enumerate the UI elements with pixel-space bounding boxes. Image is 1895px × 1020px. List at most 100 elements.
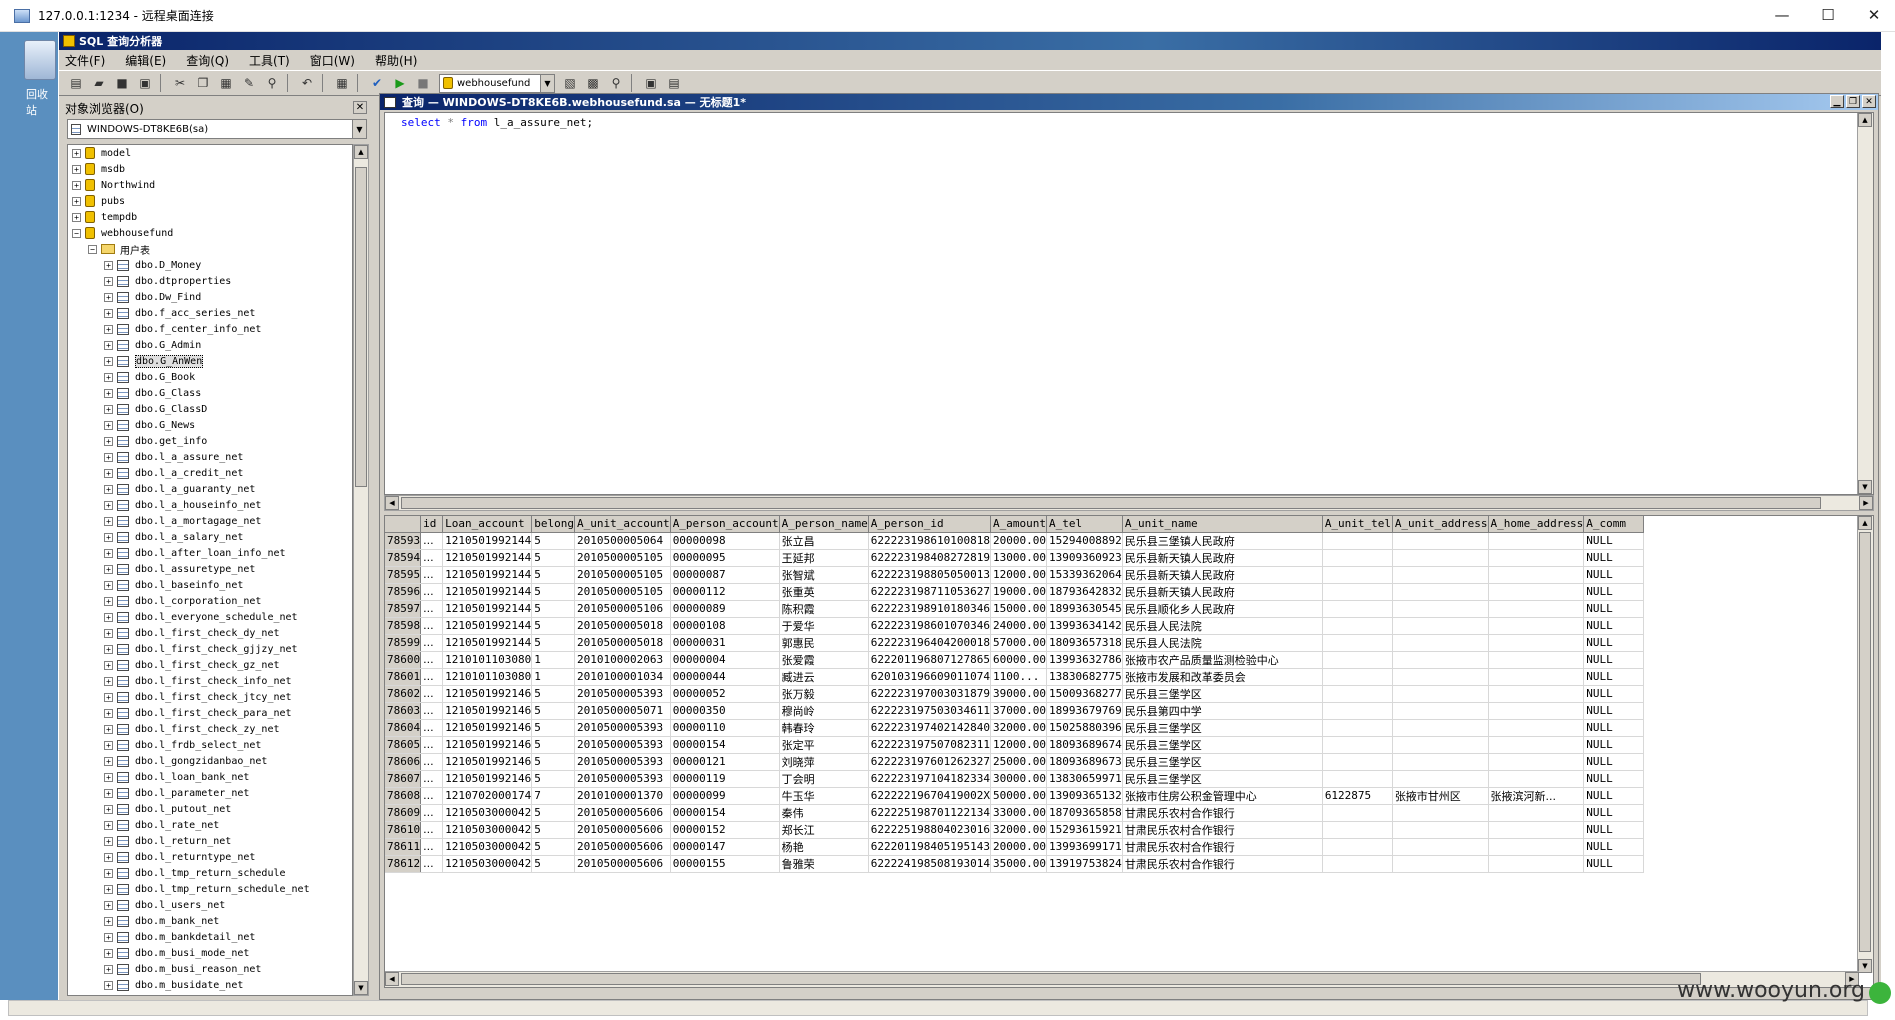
editor-horizontal-scrollbar[interactable]: ◀ ▶ [384, 495, 1874, 511]
table-cell[interactable]: 00000112 [670, 583, 780, 601]
table-cell[interactable]: 2010500005393 [574, 736, 671, 754]
scroll-thumb[interactable] [401, 497, 1821, 509]
row-header[interactable]: 78607 [385, 770, 422, 788]
table-cell[interactable]: 1210501992146 [442, 770, 533, 788]
table-row[interactable]: 78599... 1210501992144 5 2010500005018 00000… [385, 634, 1645, 652]
table-cell[interactable]: NULL [1583, 804, 1645, 822]
table-cell[interactable]: 25000.00 [990, 753, 1047, 771]
table-cell[interactable]: 2010500005106 [574, 600, 671, 618]
table-cell[interactable]: 13993699171 [1046, 838, 1123, 856]
object-search-icon[interactable]: ⚲ [605, 73, 627, 93]
table-cell[interactable]: 2010100002063 [574, 651, 671, 669]
expand-icon[interactable]: + [104, 692, 113, 702]
row-header[interactable]: 78600 [385, 651, 422, 669]
table-cell[interactable]: 民乐县三堡学区 [1122, 719, 1323, 737]
table-cell[interactable]: 622223197003031879 [868, 685, 991, 703]
expand-icon[interactable]: + [104, 756, 113, 766]
row-header[interactable]: 78593 [385, 532, 422, 550]
table-cell[interactable]: 622201198405195143 [868, 838, 991, 856]
table-cell[interactable]: 2010500005018 [574, 617, 671, 635]
table-cell[interactable]: 00000089 [670, 600, 780, 618]
table-cell[interactable] [1488, 719, 1585, 737]
minimize-button[interactable]: — [1759, 0, 1805, 30]
table-cell[interactable]: 民乐县新天镇人民政府 [1122, 549, 1323, 567]
tree-table-item[interactable]: + dbo.l_parameter_net [68, 785, 352, 801]
table-cell[interactable]: 18093689674 [1046, 736, 1123, 754]
menu-help[interactable]: 帮助(H) [373, 52, 419, 69]
save-icon[interactable]: ■ [111, 73, 133, 93]
tree-table-item[interactable]: + dbo.l_rate_net [68, 817, 352, 833]
scroll-thumb[interactable] [355, 167, 367, 487]
table-cell[interactable]: 622223198408272819 [868, 549, 991, 567]
expand-icon[interactable]: + [104, 292, 113, 302]
table-cell[interactable] [1322, 651, 1393, 669]
table-cell[interactable]: 20000.00 [990, 838, 1047, 856]
tree-table-item[interactable]: + dbo.l_tmp_return_schedule [68, 865, 352, 881]
table-cell[interactable]: 2010500005393 [574, 753, 671, 771]
expand-icon[interactable]: + [104, 628, 113, 638]
expand-icon[interactable]: + [104, 868, 113, 878]
table-cell[interactable]: ... [420, 566, 444, 584]
table-cell[interactable]: 30000.00 [990, 770, 1047, 788]
tree-table-item[interactable]: + dbo.D_Money [68, 257, 352, 273]
menu-edit[interactable]: 编辑(E) [123, 52, 168, 69]
table-cell[interactable]: 35000.00 [990, 855, 1047, 873]
expand-icon[interactable]: + [104, 260, 113, 270]
table-row[interactable]: 78600... 1210101103080 1 2010100002063 00000… [385, 651, 1645, 669]
column-header[interactable]: A_unit_account [574, 516, 671, 533]
tree-database-item[interactable]: + pubs [68, 193, 352, 209]
scroll-thumb[interactable] [1859, 532, 1871, 952]
table-cell[interactable]: ... [420, 736, 444, 754]
row-header[interactable]: 78594 [385, 549, 422, 567]
tree-table-item[interactable]: + dbo.dtproperties [68, 273, 352, 289]
chevron-down-icon[interactable]: ▼ [540, 74, 554, 92]
table-cell[interactable]: 张定平 [779, 736, 869, 754]
row-header[interactable]: 78597 [385, 600, 422, 618]
table-cell[interactable]: 5 [531, 855, 575, 873]
tree-table-item[interactable]: + dbo.l_corporation_net [68, 593, 352, 609]
tree-table-item[interactable]: + dbo.l_loan_bank_net [68, 769, 352, 785]
table-cell[interactable]: 韩春玲 [779, 719, 869, 737]
table-cell[interactable]: 622223198601070346 [868, 617, 991, 635]
tree-table-item[interactable]: + dbo.G_Class [68, 385, 352, 401]
table-cell[interactable]: ... [420, 532, 444, 550]
tree-table-item[interactable]: + dbo.l_baseinfo_net [68, 577, 352, 593]
table-cell[interactable] [1392, 753, 1489, 771]
tree-table-item[interactable]: + dbo.f_center_info_net [68, 321, 352, 337]
scroll-up-icon[interactable]: ▲ [1858, 113, 1872, 127]
table-cell[interactable]: 5 [531, 702, 575, 720]
table-cell[interactable]: 民乐县人民法院 [1122, 634, 1323, 652]
close-icon[interactable]: ✕ [353, 101, 367, 114]
row-header[interactable]: 78598 [385, 617, 422, 635]
table-cell[interactable]: 00000108 [670, 617, 780, 635]
table-cell[interactable] [1392, 532, 1489, 550]
table-cell[interactable]: 622223198910180346 [868, 600, 991, 618]
scroll-right-icon[interactable]: ▶ [1859, 496, 1873, 510]
table-cell[interactable]: ... [420, 804, 444, 822]
table-cell[interactable]: 穆尚岭 [779, 702, 869, 720]
table-cell[interactable]: 622223197503034611 [868, 702, 991, 720]
table-cell[interactable]: 15000.00 [990, 600, 1047, 618]
table-cell[interactable]: 1210503000042 [442, 804, 533, 822]
table-cell[interactable]: 20000.00 [990, 532, 1047, 550]
table-cell[interactable]: 2010500005105 [574, 583, 671, 601]
tree-table-item[interactable]: + dbo.Dw_Find [68, 289, 352, 305]
table-cell[interactable] [1392, 634, 1489, 652]
table-cell[interactable]: 7 [531, 787, 575, 805]
table-cell[interactable]: 1210501992144 [442, 634, 533, 652]
table-cell[interactable] [1488, 736, 1585, 754]
table-row[interactable]: 78608... 1210702000174 7 2010100001370 00000… [385, 787, 1645, 805]
table-cell[interactable]: 622223198805050013 [868, 566, 991, 584]
table-cell[interactable] [1392, 804, 1489, 822]
table-cell[interactable]: 32000.00 [990, 821, 1047, 839]
expand-icon[interactable]: + [104, 372, 113, 382]
table-cell[interactable] [1392, 719, 1489, 737]
table-cell[interactable]: 6122875 [1322, 787, 1393, 805]
tree-table-item[interactable]: + dbo.l_a_mortagage_net [68, 513, 352, 529]
table-cell[interactable]: 2010500005606 [574, 838, 671, 856]
expand-icon[interactable]: + [72, 180, 81, 190]
table-cell[interactable]: 12000.00 [990, 736, 1047, 754]
table-cell[interactable]: NULL [1583, 651, 1645, 669]
insert-template-icon[interactable]: ▣ [134, 73, 156, 93]
table-cell[interactable]: 12000.00 [990, 566, 1047, 584]
